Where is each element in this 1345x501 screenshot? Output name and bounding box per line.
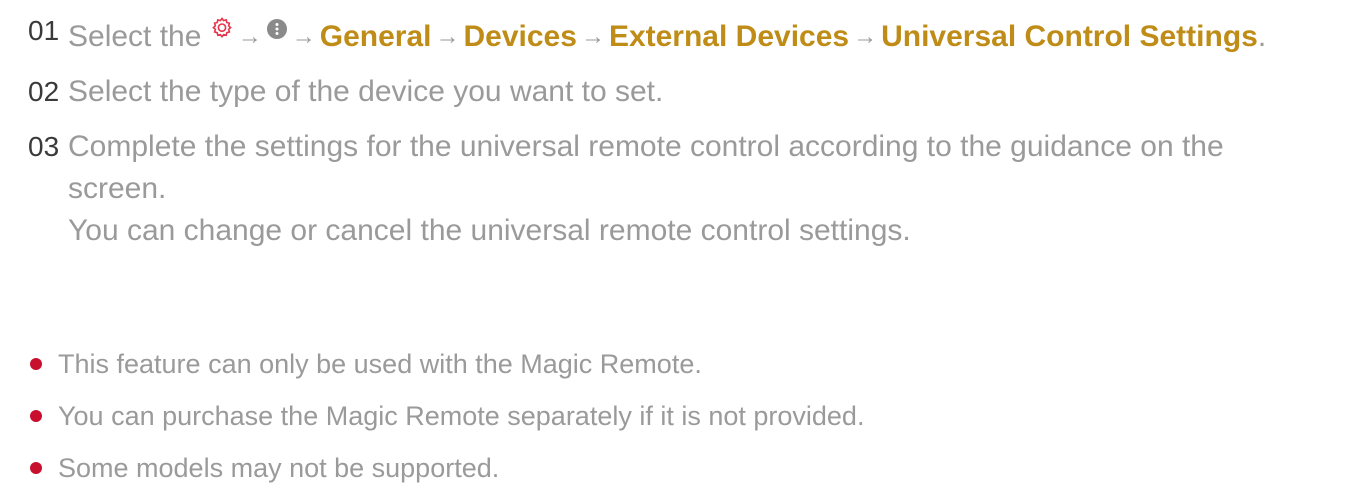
arrow-icon: → xyxy=(580,23,605,50)
note-item: You can purchase the Magic Remote separa… xyxy=(30,397,1330,435)
step-number: 02 xyxy=(28,76,60,107)
note-text: This feature can only be used with the M… xyxy=(58,349,702,379)
arrow-icon: → xyxy=(237,23,262,50)
note-text: Some models may not be supported. xyxy=(58,453,500,483)
gear-icon xyxy=(210,10,234,52)
menu-path-external-devices: External Devices xyxy=(608,20,850,53)
menu-path-devices: Devices xyxy=(463,20,577,53)
step-text: Select the → → General → Devices → External D… xyxy=(68,10,1328,58)
step-01: 01 Select the → → General → Devices → Externa… xyxy=(28,10,1328,58)
step-text: Select the type of the device you want t… xyxy=(68,75,664,108)
note-item: Some models may not be supported. xyxy=(30,449,1330,487)
step-suffix: . xyxy=(1257,20,1267,53)
more-options-icon xyxy=(266,10,288,52)
note-item: This feature can only be used with the M… xyxy=(30,345,1330,383)
bullet-dot-icon xyxy=(30,410,42,422)
bullet-dot-icon xyxy=(30,358,42,370)
steps-list: 01 Select the → → General → Devices → Externa… xyxy=(28,10,1328,265)
notes-list: This feature can only be used with the M… xyxy=(30,345,1330,501)
step-03: 03 Complete the settings for the univers… xyxy=(28,126,1328,252)
step-note: You can change or cancel the universal r… xyxy=(68,214,911,247)
step-number: 03 xyxy=(28,131,60,162)
bullet-dot-icon xyxy=(30,462,42,474)
step-02: 02 Select the type of the device you wan… xyxy=(28,71,1328,113)
step-text: Complete the settings for the universal … xyxy=(68,126,1328,252)
step-prefix: Select the xyxy=(68,20,202,53)
step-number: 01 xyxy=(28,15,60,46)
step-main-text: Complete the settings for the universal … xyxy=(68,130,1224,205)
arrow-icon: → xyxy=(853,23,878,50)
note-text: You can purchase the Magic Remote separa… xyxy=(58,401,865,431)
arrow-icon: → xyxy=(435,23,460,50)
arrow-icon: → xyxy=(291,23,316,50)
menu-path-general: General xyxy=(319,20,432,53)
menu-path-universal-control-settings: Universal Control Settings xyxy=(881,20,1258,53)
